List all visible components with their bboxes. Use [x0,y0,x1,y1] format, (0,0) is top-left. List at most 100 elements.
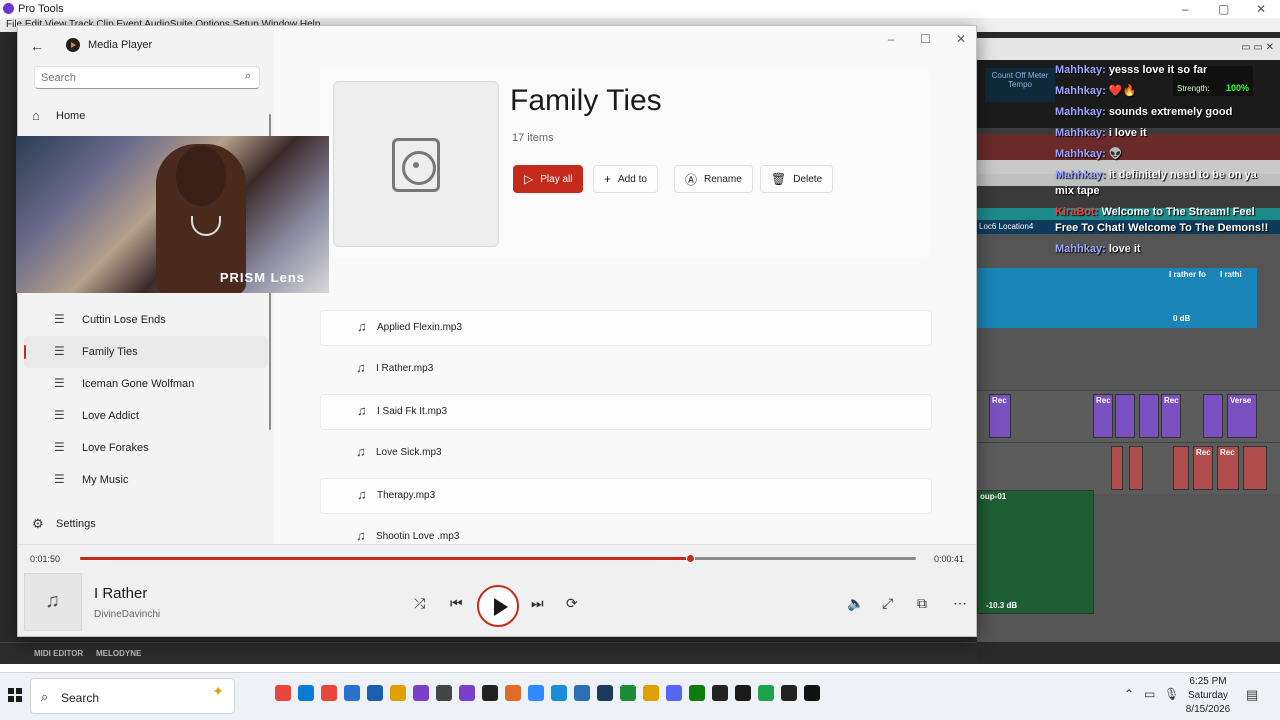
track-row[interactable]: ♫ I Said Fk It.mp3 [320,394,932,430]
close-icon[interactable]: ✕ [1256,2,1266,16]
taskbar-app-icon[interactable] [758,685,774,701]
seek-slider[interactable] [80,554,916,563]
sidebar-item-playlist[interactable]: ☰ Love Addict [24,400,268,432]
track-row[interactable]: ♫ Love Sick.mp3 [320,433,932,475]
close-icon[interactable]: ✕ [956,32,966,46]
midi-editor-tab[interactable]: MIDI EDITOR [34,649,83,658]
sidebar-item-playlist[interactable]: ☰ Family Ties [24,336,268,368]
audio-clip-red[interactable]: Rec [1217,446,1239,490]
edit-window-buttons[interactable]: ▭ ▭ ✕ [1241,42,1274,53]
button-label: Add to [618,173,647,185]
taskbar-app-icon[interactable] [459,685,475,701]
taskbar-app-icon[interactable] [666,685,682,701]
search-icon[interactable]: ⌕ [245,70,251,83]
previous-icon[interactable]: ⏮ [450,595,463,612]
notifications-icon[interactable]: ▤ [1246,687,1258,703]
audio-clip-red[interactable]: Rec [1193,446,1213,490]
sidebar-item-playlist[interactable]: ☰ Cuttin Lose Ends [24,304,268,336]
taskbar-clock[interactable]: 6:25 PM Saturday 8/15/2026 [1180,675,1236,717]
taskbar-app-icon[interactable] [275,685,291,701]
sidebar-item-playlist[interactable]: ☰ Love Forakes [24,432,268,464]
taskbar-app-icon[interactable] [436,685,452,701]
play-button[interactable] [477,585,519,627]
taskbar-app-icon[interactable] [390,685,406,701]
rename-button[interactable]: Ⓐ Rename [674,165,753,193]
audio-clip-red[interactable] [1173,446,1189,490]
midi-clip[interactable]: Rec [1161,394,1181,438]
audio-clip-red[interactable] [1243,446,1267,490]
repeat-icon[interactable]: ⟳ [566,595,578,612]
network-icon[interactable]: ▭ [1144,687,1155,701]
mini-player-icon[interactable]: ⧉ [917,595,927,612]
search-input[interactable] [41,70,231,86]
clip-label: Rec [1164,396,1179,405]
windows-start-icon[interactable] [8,688,22,702]
audio-clip-red[interactable] [1111,446,1123,490]
midi-clip[interactable]: Rec [1093,394,1113,438]
taskbar-app-icon[interactable] [482,685,498,701]
fullscreen-icon[interactable]: ⤢ [882,595,893,612]
next-icon[interactable]: ⏭ [531,595,544,612]
track-title: Love Sick.mp3 [376,447,442,458]
midi-clip[interactable] [1203,394,1223,438]
search-box[interactable]: ⌕ [34,66,260,89]
count-off-meter[interactable]: Count Off Meter Tempo [985,68,1055,102]
audio-clip-red[interactable] [1129,446,1143,490]
now-playing-artist[interactable]: DivineDavinchi [94,609,160,620]
taskbar-app-icon[interactable] [643,685,659,701]
maximize-icon[interactable]: ☐ [920,32,931,46]
minimize-icon[interactable]: – [888,32,895,46]
melodyne-tab[interactable]: MELODYNE [96,649,141,658]
window-controls: – ☐ ✕ [866,32,966,46]
chevron-up-icon[interactable]: ⌃ [1124,687,1134,701]
play-all-button[interactable]: ▷ Play all [513,165,584,193]
shuffle-icon[interactable]: ⤮ [414,595,425,612]
taskbar-app-icon[interactable] [712,685,728,701]
more-options-icon[interactable]: ⋯ [953,595,967,612]
webcam-label: PRISM Lens [219,270,305,285]
midi-clip[interactable]: Rec [989,394,1011,438]
volume-icon[interactable]: 🔈 [847,595,864,612]
taskbar-app-icon[interactable] [528,685,544,701]
midi-clip[interactable] [1115,394,1135,438]
chat-message: Mahhkay: it definitely need to be on ya … [1055,167,1275,199]
sidebar-item-playlist[interactable]: ☰ Iceman Gone Wolfman [24,368,268,400]
chat-username: Mahhkay: [1055,106,1106,118]
midi-clip[interactable] [1139,394,1159,438]
taskbar-app-icon[interactable] [505,685,521,701]
taskbar-app-icon[interactable] [551,685,567,701]
taskbar-app-icon[interactable] [344,685,360,701]
now-playing-art[interactable]: ♫ [24,573,82,631]
taskbar-app-icon[interactable] [597,685,613,701]
minimize-icon[interactable]: – [1182,2,1189,16]
sidebar-item-home[interactable]: ⌂ Home [30,106,262,128]
taskbar-app-icon[interactable] [781,685,797,701]
track-row[interactable]: ♫ Therapy.mp3 [320,478,932,514]
audio-clip-blue[interactable]: I rather fo I rathi 0 dB [977,268,1257,328]
now-playing-title[interactable]: I Rather [94,585,147,602]
midi-clip[interactable]: Verse [1227,394,1257,438]
taskbar-app-icon[interactable] [321,685,337,701]
maximize-icon[interactable]: ▢ [1218,2,1229,16]
seek-thumb[interactable] [686,554,696,563]
taskbar-app-icon[interactable] [298,685,314,701]
delete-button[interactable]: 🗑 Delete [760,165,834,193]
sidebar-item-playlist[interactable]: ☰ My Music [24,464,268,496]
audio-clip-green[interactable]: oup-01 -10.3 dB [977,490,1094,614]
add-to-button[interactable]: + Add to [593,165,658,193]
taskbar-app-icon[interactable] [689,685,705,701]
track-row[interactable]: ♫ Applied Flexin.mp3 [320,310,932,346]
taskbar-app-icon[interactable] [574,685,590,701]
taskbar-app-icon[interactable] [367,685,383,701]
taskbar-app-icon[interactable] [620,685,636,701]
track-row[interactable]: ♫ I Rather.mp3 [320,349,932,391]
microphone-icon[interactable]: 🎙 [1164,687,1179,701]
protools-logo-icon [3,3,14,14]
clip-label: Rec [1096,396,1111,405]
taskbar-app-icon[interactable] [735,685,751,701]
back-arrow-icon[interactable]: ← [30,38,44,54]
item-count: 17 items [512,132,554,144]
taskbar-search[interactable]: ⌕ Search ✦ [30,678,235,714]
taskbar-app-icon[interactable] [804,685,820,701]
taskbar-app-icon[interactable] [413,685,429,701]
